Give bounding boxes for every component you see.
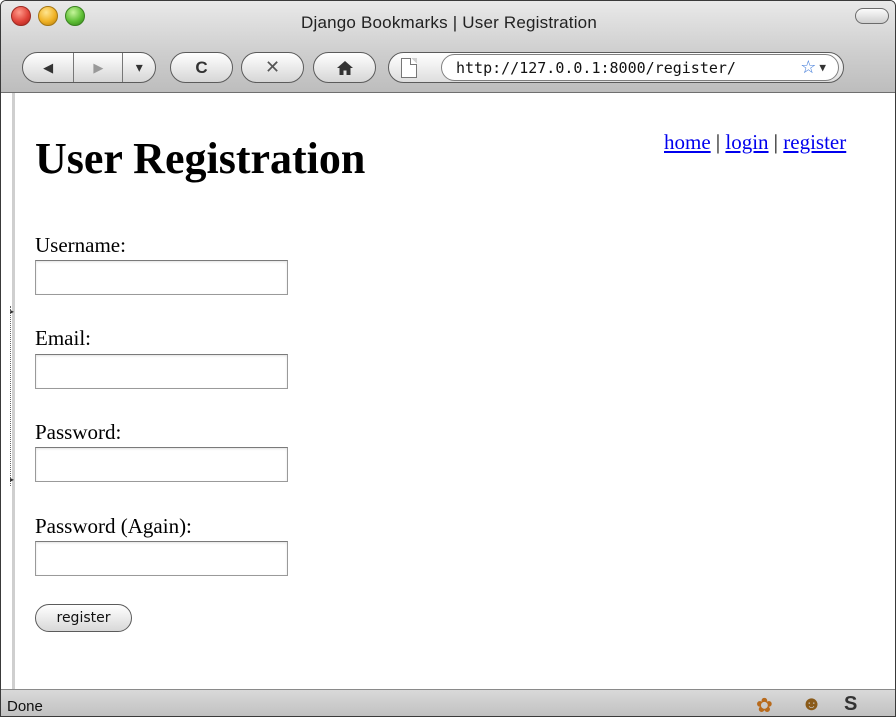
stop-icon: ✕	[264, 57, 281, 77]
username-field[interactable]	[35, 260, 288, 295]
back-button[interactable]: ◀	[23, 53, 75, 82]
password-label: Password:	[35, 420, 122, 444]
firebug-icon[interactable]: ✿	[756, 693, 773, 716]
nav-link-register[interactable]: register	[783, 130, 846, 154]
email-label: Email:	[35, 326, 91, 350]
nav-link-login[interactable]: login	[725, 130, 768, 154]
nav-separator: |	[715, 130, 721, 154]
nav-link-home[interactable]: home	[664, 130, 711, 154]
history-dropdown-button[interactable]: ▾	[123, 53, 155, 82]
toolbar-toggle-button[interactable]	[855, 8, 889, 24]
password-again-label: Password (Again):	[35, 514, 192, 538]
url-input[interactable]: http://127.0.0.1:8000/register/ ☆ ▼	[441, 54, 839, 81]
forward-arrow-icon: ▶	[93, 59, 104, 75]
password-again-field[interactable]	[35, 541, 288, 576]
address-bar: http://127.0.0.1:8000/register/ ☆ ▼	[388, 52, 844, 83]
page-icon	[401, 58, 417, 78]
forward-button[interactable]: ▶	[74, 53, 124, 82]
chevron-down-icon: ▾	[135, 59, 143, 75]
reload-icon: C	[195, 57, 208, 77]
stop-button[interactable]: ✕	[241, 52, 304, 83]
home-icon	[336, 60, 353, 75]
password-field[interactable]	[35, 447, 288, 482]
sidebar-edge: ▸ ▸	[1, 93, 15, 689]
sidebar-grip-bottom-icon: ▸	[10, 475, 15, 484]
url-dropdown-icon[interactable]: ▼	[819, 61, 826, 74]
reload-button[interactable]: C	[170, 52, 233, 83]
url-text: http://127.0.0.1:8000/register/	[456, 58, 736, 77]
browser-window: Django Bookmarks | User Registration ◀ ▶…	[0, 0, 896, 717]
home-button[interactable]	[313, 52, 376, 83]
page-content: ▸ ▸ User Registration home | login | reg…	[1, 93, 895, 689]
sidebar-resize-handle[interactable]	[10, 306, 14, 486]
nav-separator: |	[773, 130, 779, 154]
bookmark-star-icon[interactable]: ☆	[800, 57, 816, 78]
greasemonkey-icon[interactable]: ☻	[801, 693, 822, 716]
page-title: User Registration	[35, 134, 366, 183]
s-icon[interactable]: S	[844, 693, 857, 716]
email-field[interactable]	[35, 354, 288, 389]
username-label: Username:	[35, 233, 126, 257]
window-title: Django Bookmarks | User Registration	[300, 13, 597, 32]
status-bar: Done ✿ ☻ S	[1, 689, 895, 716]
register-submit-button[interactable]: register	[35, 604, 132, 632]
navigation-button-group: ◀ ▶ ▾	[22, 52, 156, 83]
status-text: Done	[7, 698, 43, 715]
back-arrow-icon: ◀	[43, 59, 54, 75]
top-navigation: home | login | register	[664, 130, 846, 155]
browser-chrome: Django Bookmarks | User Registration ◀ ▶…	[1, 1, 895, 93]
